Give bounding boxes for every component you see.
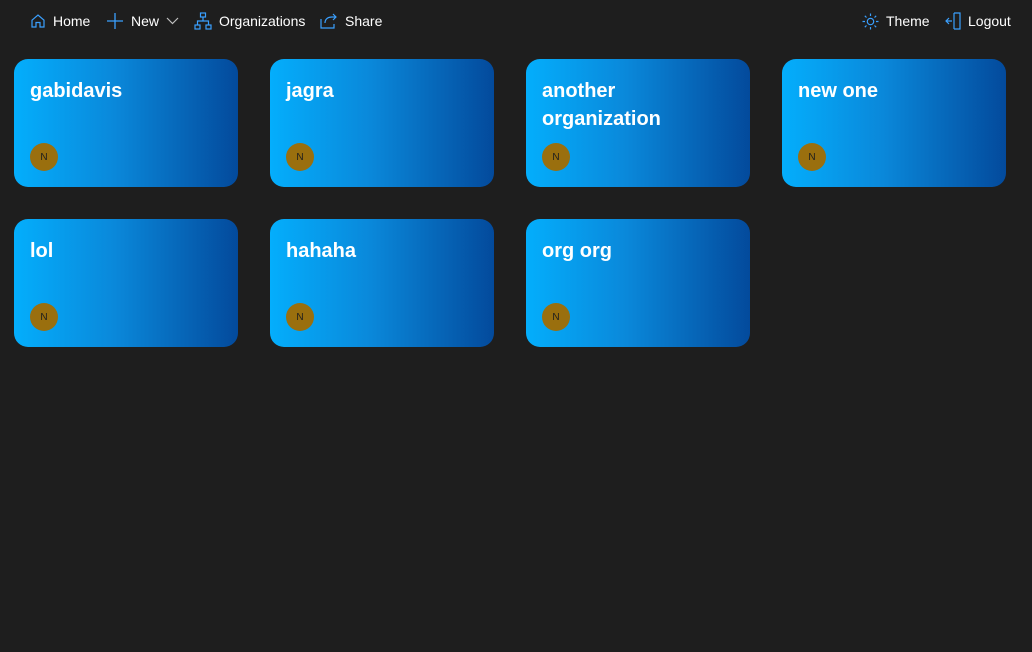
top-navigation-bar: Home New Organizations Share Theme Logou… xyxy=(0,0,1032,42)
share-label: Share xyxy=(345,13,383,29)
home-icon xyxy=(30,13,46,29)
chevron-down-icon[interactable] xyxy=(166,17,179,25)
organizations-label: Organizations xyxy=(219,13,306,29)
avatar: N xyxy=(286,303,314,331)
organization-name: lol xyxy=(30,240,54,262)
plus-icon xyxy=(106,12,124,30)
organization-name: new one xyxy=(798,80,879,102)
new-button[interactable]: New xyxy=(106,10,179,32)
organization-card[interactable]: jagra N xyxy=(270,59,494,187)
logout-label: Logout xyxy=(968,13,1011,29)
organization-name: jagra xyxy=(286,80,334,102)
avatar: N xyxy=(542,303,570,331)
avatar: N xyxy=(542,143,570,171)
theme-label: Theme xyxy=(886,13,930,29)
organization-card[interactable]: hahaha N xyxy=(270,219,494,347)
organization-name: gabidavis xyxy=(30,80,123,102)
organization-name: org org xyxy=(542,240,612,262)
organizations-button[interactable]: Organizations xyxy=(194,10,305,32)
new-label: New xyxy=(131,13,160,29)
organization-card[interactable]: org org N xyxy=(526,219,750,347)
avatar: N xyxy=(30,143,58,171)
organization-card[interactable]: gabidavis N xyxy=(14,59,238,187)
organization-card[interactable]: new one N xyxy=(782,59,1006,187)
organization-name: hahaha xyxy=(286,240,357,262)
organization-name: another organization xyxy=(542,80,661,130)
organization-card[interactable]: lol N xyxy=(14,219,238,347)
home-label: Home xyxy=(53,13,91,29)
sun-icon xyxy=(862,13,879,30)
organization-card[interactable]: another organization N xyxy=(526,59,750,187)
avatar: N xyxy=(30,303,58,331)
logout-button[interactable]: Logout xyxy=(945,10,1011,32)
avatar: N xyxy=(798,143,826,171)
theme-button[interactable]: Theme xyxy=(862,10,930,32)
logout-icon xyxy=(945,12,961,30)
avatar: N xyxy=(286,143,314,171)
share-button[interactable]: Share xyxy=(320,10,382,32)
org-chart-icon xyxy=(194,12,212,30)
share-icon xyxy=(320,13,338,29)
home-button[interactable]: Home xyxy=(30,10,90,32)
